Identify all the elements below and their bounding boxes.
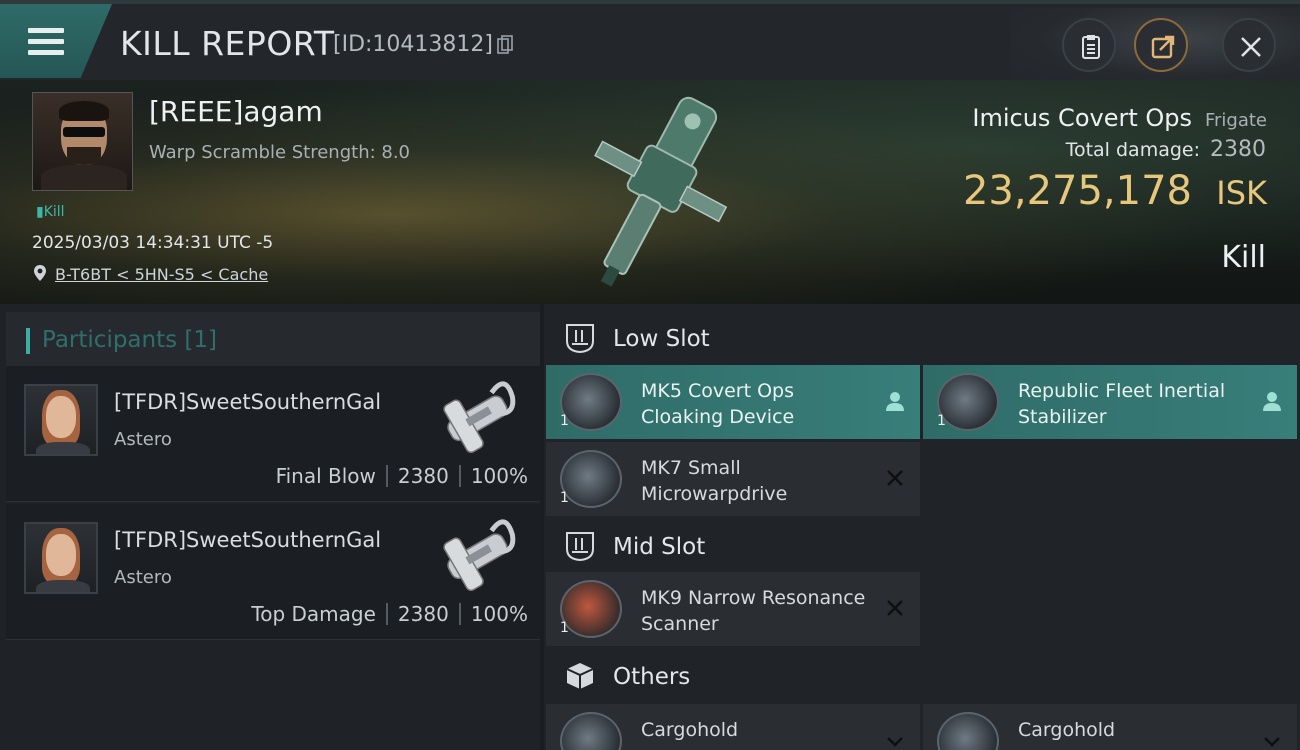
- module-quantity: 1: [560, 620, 569, 636]
- participant-ship: Astero: [114, 429, 172, 450]
- mid-slot-title: Mid Slot: [613, 534, 706, 560]
- module-item[interactable]: 1 Republic Fleet Inertial Stabilizer: [923, 365, 1297, 439]
- others-title: Others: [613, 664, 691, 690]
- module-name: MK5 Covert Ops Cloaking Device: [641, 380, 795, 428]
- participant-ship-image: [443, 519, 516, 592]
- pilot-icon: [886, 392, 904, 411]
- participant-stats: Top Damage 2380 100%: [251, 602, 528, 626]
- total-damage-value: 2380: [1210, 137, 1266, 162]
- participant-name[interactable]: [TFDR]SweetSouthernGal: [114, 528, 381, 552]
- participant-name[interactable]: [TFDR]SweetSouthernGal: [114, 390, 381, 414]
- fitting-panel: Low Slot 1 MK5 Covert Ops Cloaking Devic…: [544, 304, 1300, 750]
- isk-unit: ISK: [1216, 174, 1267, 212]
- kill-tag-label: Kill: [43, 204, 65, 220]
- participants-header: Participants [1]: [6, 312, 540, 368]
- location-link[interactable]: B-T6BT < 5HN-S5 < Cache: [55, 265, 268, 284]
- report-id: [ID:10413812]: [333, 32, 493, 57]
- module-quantity: 1: [937, 413, 946, 429]
- participant-role: Final Blow: [275, 464, 376, 488]
- participant-damage: 2380: [397, 464, 449, 488]
- participants-accent-bar: [26, 328, 30, 354]
- pilot-icon: [1263, 392, 1281, 411]
- victim-ship-name[interactable]: Imicus Covert Ops: [972, 104, 1192, 132]
- participant-percent: 100%: [470, 464, 528, 488]
- module-name: MK7 Small Microwarpdrive: [641, 457, 788, 505]
- participant-ship: Astero: [114, 567, 172, 588]
- participant-avatar[interactable]: [24, 384, 98, 456]
- module-item[interactable]: 1 MK5 Covert Ops Cloaking Device: [546, 365, 920, 439]
- module-icon: [937, 373, 999, 431]
- participants-title: Participants [1]: [42, 327, 218, 353]
- module-item[interactable]: Cargohold: [923, 704, 1297, 750]
- participants-panel: Participants [1] [TFDR]SweetSouthernGal …: [0, 304, 540, 750]
- module-name: Republic Fleet Inertial Stabilizer: [1018, 380, 1226, 428]
- participant-damage: 2380: [397, 602, 449, 626]
- menu-button[interactable]: [0, 4, 112, 78]
- module-name: Cargohold: [641, 719, 739, 741]
- share-button[interactable]: [1134, 18, 1188, 72]
- participant-ship-image: [443, 381, 516, 454]
- participant-role: Top Damage: [251, 602, 376, 626]
- isk-value: 23,275,178: [962, 168, 1192, 214]
- share-icon: [1151, 35, 1175, 59]
- clipboard-button[interactable]: [1062, 18, 1116, 72]
- participant-avatar[interactable]: [24, 522, 98, 594]
- module-name: Cargohold: [1018, 719, 1116, 741]
- cargohold-icon: [560, 712, 622, 750]
- kill-timestamp: 2025/03/03 14:34:31 UTC -5: [32, 233, 274, 253]
- module-name: MK9 Narrow Resonance Scanner: [641, 587, 866, 635]
- others-header: Others: [544, 646, 1300, 706]
- module-icon: [560, 580, 622, 638]
- kill-tag: ▮Kill: [36, 204, 65, 220]
- module-quantity: 1: [560, 413, 569, 429]
- cargohold-icon: [937, 712, 999, 750]
- destroyed-icon: [887, 470, 903, 486]
- close-button[interactable]: [1222, 18, 1276, 72]
- copy-icon[interactable]: [497, 35, 513, 55]
- top-bar: KILL REPORT [ID:10413812]: [0, 0, 1300, 84]
- victim-subtitle: Warp Scramble Strength: 8.0: [149, 142, 411, 163]
- participant-percent: 100%: [470, 602, 528, 626]
- total-damage-label: Total damage:: [1065, 139, 1200, 161]
- page-title: KILL REPORT: [120, 24, 335, 63]
- module-item[interactable]: Cargohold: [546, 704, 920, 750]
- location-pin-icon: [34, 265, 46, 281]
- participants-count: [1]: [184, 327, 218, 353]
- close-icon: [1241, 37, 1261, 57]
- victim-name[interactable]: [REEE]agam: [149, 95, 323, 128]
- victim-avatar[interactable]: [32, 92, 133, 191]
- participant-row[interactable]: [TFDR]SweetSouthernGal Astero Final Blow…: [6, 366, 540, 502]
- module-icon: [560, 373, 622, 431]
- low-slot-header: Low Slot: [544, 308, 1300, 368]
- module-item[interactable]: 1 MK9 Narrow Resonance Scanner: [546, 572, 920, 646]
- low-slot-icon: [566, 324, 594, 354]
- module-item[interactable]: 1 MK7 Small Microwarpdrive: [546, 442, 920, 516]
- participant-stats: Final Blow 2380 100%: [276, 464, 528, 488]
- victim-ship-image: [594, 96, 728, 287]
- mid-slot-header: Mid Slot: [544, 516, 1300, 576]
- clipboard-icon: [1082, 35, 1100, 59]
- low-slot-title: Low Slot: [613, 326, 710, 352]
- module-quantity: 1: [560, 490, 569, 506]
- destroyed-icon: [887, 600, 903, 616]
- participant-row[interactable]: [TFDR]SweetSouthernGal Astero Top Damage…: [6, 504, 540, 640]
- module-icon: [560, 450, 622, 508]
- chevron-down-icon[interactable]: [1261, 728, 1283, 750]
- victim-ship-class: Frigate: [1204, 110, 1267, 131]
- box-icon: [566, 663, 594, 689]
- hamburger-icon: [28, 28, 64, 56]
- outcome-label: Kill: [1221, 240, 1266, 275]
- chevron-down-icon[interactable]: [884, 728, 906, 750]
- mid-slot-icon: [566, 532, 594, 562]
